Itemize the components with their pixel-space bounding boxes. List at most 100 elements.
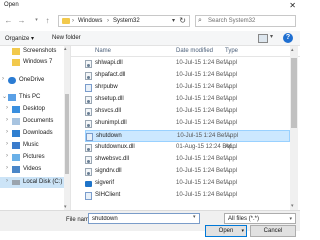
file-type: Appl <box>225 60 238 66</box>
command-bar: Organize ▾ New folder ▾ ? <box>0 31 300 46</box>
file-name: shlwapi.dll <box>95 60 123 66</box>
file-row[interactable]: shpafact.dll 10-Jul-15 1:24 Bef... Appl <box>85 70 290 82</box>
sidebar-item-local-disk[interactable]: › Local Disk (C:) <box>0 177 70 188</box>
view-options-icon[interactable] <box>258 34 268 43</box>
sidebar-item-label: Videos <box>23 166 42 172</box>
help-icon[interactable]: ? <box>283 33 293 43</box>
address-dropdown-icon[interactable]: ▾ <box>172 17 175 24</box>
file-name: SIHClient <box>95 192 121 198</box>
file-type-select[interactable]: All files (*.*) ▾ <box>224 213 296 224</box>
scroll-up-icon[interactable]: ▴ <box>64 46 67 52</box>
file-date: 10-Jul-15 1:24 Bef... <box>176 156 231 162</box>
scrollbar-thumb[interactable] <box>291 58 297 128</box>
search-box[interactable]: ⌕ Search System32 <box>195 15 296 27</box>
dialog-footer: File name: ▾ All files (*.*) ▾ Open ▾ Ca… <box>0 210 300 237</box>
sidebar-item-music[interactable]: › Music <box>0 140 70 151</box>
chevron-right-icon[interactable]: › <box>6 165 8 171</box>
pictures-icon <box>12 154 20 161</box>
file-date: 10-Jul-15 1:24 Bef... <box>177 133 232 139</box>
file-type: Appl <box>225 84 238 90</box>
file-list-scrollbar[interactable]: ▴ ▾ <box>290 46 298 210</box>
up-arrow-icon[interactable]: ↑ <box>43 15 52 26</box>
file-name-dropdown-icon[interactable]: ▾ <box>193 214 196 220</box>
file-type: Appl <box>225 108 238 114</box>
column-header-date-modified[interactable]: Date modified <box>176 48 213 54</box>
file-type: Appl <box>225 120 238 126</box>
file-date: 10-Jul-15 1:24 Bef... <box>176 168 231 174</box>
sidebar-item-onedrive[interactable]: › OneDrive <box>0 75 70 86</box>
file-row[interactable]: shrpubw 10-Jul-15 1:24 Bef... Appl <box>85 82 290 94</box>
file-name: shrpubw <box>95 84 118 90</box>
file-type: Appl <box>225 72 238 78</box>
forward-arrow-icon[interactable]: → <box>17 15 26 26</box>
file-row[interactable]: shutdownux.dll 01-Aug-15 12:24 Bef... Ap… <box>85 142 290 154</box>
back-arrow-icon[interactable]: ← <box>4 15 13 26</box>
file-row[interactable]: shsetup.dll 10-Jul-15 1:24 Bef... Appl <box>85 94 290 106</box>
sidebar-item-label: Documents <box>23 118 54 124</box>
file-row[interactable]: shlwapi.dll 10-Jul-15 1:24 Bef... Appl <box>85 58 290 70</box>
file-name-input[interactable] <box>88 213 200 224</box>
scroll-up-icon[interactable]: ▴ <box>291 47 294 53</box>
sidebar-item-label: Desktop <box>23 106 46 112</box>
open-dropdown-icon[interactable]: ▾ <box>241 226 244 236</box>
file-row[interactable]: shwebsvc.dll 10-Jul-15 1:24 Bef... Appl <box>85 154 290 166</box>
open-button[interactable]: Open ▾ <box>205 225 247 237</box>
file-row[interactable]: shsvcs.dll 10-Jul-15 1:24 Bef... Appl <box>85 106 290 118</box>
view-dropdown-icon[interactable]: ▾ <box>270 33 273 40</box>
file-name: signdrv.dll <box>95 168 122 174</box>
file-name: shpafact.dll <box>95 72 126 78</box>
dll-icon <box>85 120 92 128</box>
recent-locations-dropdown-icon[interactable]: ▾ <box>32 15 41 26</box>
folder-icon <box>62 18 70 24</box>
music-icon <box>12 142 20 149</box>
close-icon[interactable]: ✕ <box>289 1 296 10</box>
search-placeholder: Search System32 <box>208 18 256 24</box>
file-name: shwebsvc.dll <box>95 156 130 162</box>
sidebar-item-screenshots[interactable]: Screenshots <box>0 46 70 57</box>
sidebar-item-label: Music <box>23 142 39 148</box>
file-row[interactable]: signdrv.dll 10-Jul-15 1:24 Bef... Appl <box>85 166 290 178</box>
computer-icon <box>8 94 16 101</box>
sidebar-item-label: Windows 7 <box>23 59 53 65</box>
sidebar-item-documents[interactable]: › Documents <box>0 116 70 127</box>
chevron-right-icon[interactable]: › <box>6 153 8 159</box>
column-header-name[interactable]: Name <box>95 48 111 54</box>
sidebar-item-downloads[interactable]: › Downloads <box>0 128 70 139</box>
file-date: 10-Jul-15 1:24 Bef... <box>176 180 231 186</box>
file-row[interactable]: shunimpl.dll 10-Jul-15 1:24 Bef... Appl <box>85 118 290 130</box>
chevron-right-icon[interactable]: › <box>6 117 8 123</box>
scroll-down-icon[interactable]: ▾ <box>291 203 294 209</box>
scrollbar-thumb[interactable] <box>65 94 69 174</box>
cancel-button-label: Cancel <box>263 228 283 234</box>
column-header-row: ⌃ Name Date modified Type <box>71 46 300 57</box>
sidebar-item-windows-7[interactable]: Windows 7 <box>0 57 70 68</box>
new-folder-button[interactable]: New folder <box>52 35 81 41</box>
sidebar-item-desktop[interactable]: › Desktop <box>0 104 70 115</box>
breadcrumb-windows[interactable]: Windows <box>78 18 102 24</box>
file-row-selected[interactable]: shutdown 10-Jul-15 1:24 Bef... Appl <box>85 130 290 142</box>
chevron-right-icon[interactable]: › <box>2 76 4 82</box>
file-row[interactable]: SIHClient 10-Jul-15 1:24 Bef... Appl <box>85 190 290 202</box>
file-date: 10-Jul-15 1:24 Bef... <box>176 192 231 198</box>
breadcrumb-system32[interactable]: System32 <box>113 18 140 24</box>
file-date: 10-Jul-15 1:24 Bef... <box>176 120 231 126</box>
file-type: Appl <box>225 168 238 174</box>
chevron-down-icon[interactable]: ⌄ <box>2 93 7 100</box>
cancel-button[interactable]: Cancel <box>250 225 296 237</box>
breadcrumb-separator: › <box>72 18 74 24</box>
file-date: 10-Jul-15 1:24 Bef... <box>176 60 231 66</box>
refresh-icon[interactable]: ↻ <box>179 16 186 25</box>
column-header-type[interactable]: Type <box>225 48 238 54</box>
organize-button[interactable]: Organize ▾ <box>5 35 34 42</box>
folder-icon <box>12 59 20 66</box>
sidebar-item-pictures[interactable]: › Pictures <box>0 152 70 163</box>
chevron-right-icon[interactable]: › <box>6 105 8 111</box>
sidebar-item-videos[interactable]: › Videos <box>0 164 70 175</box>
address-bar[interactable]: › Windows › System32 ▾ ↻ <box>58 15 190 27</box>
sidebar-item-this-pc[interactable]: ⌄ This PC <box>0 92 70 103</box>
chevron-right-icon[interactable]: › <box>6 129 8 135</box>
chevron-right-icon[interactable]: › <box>6 178 8 184</box>
chevron-right-icon[interactable]: › <box>6 141 8 147</box>
sidebar-scrollbar[interactable]: ▴ ▾ <box>64 46 70 210</box>
file-row[interactable]: sigverif 10-Jul-15 1:24 Bef... Appl <box>85 178 290 190</box>
